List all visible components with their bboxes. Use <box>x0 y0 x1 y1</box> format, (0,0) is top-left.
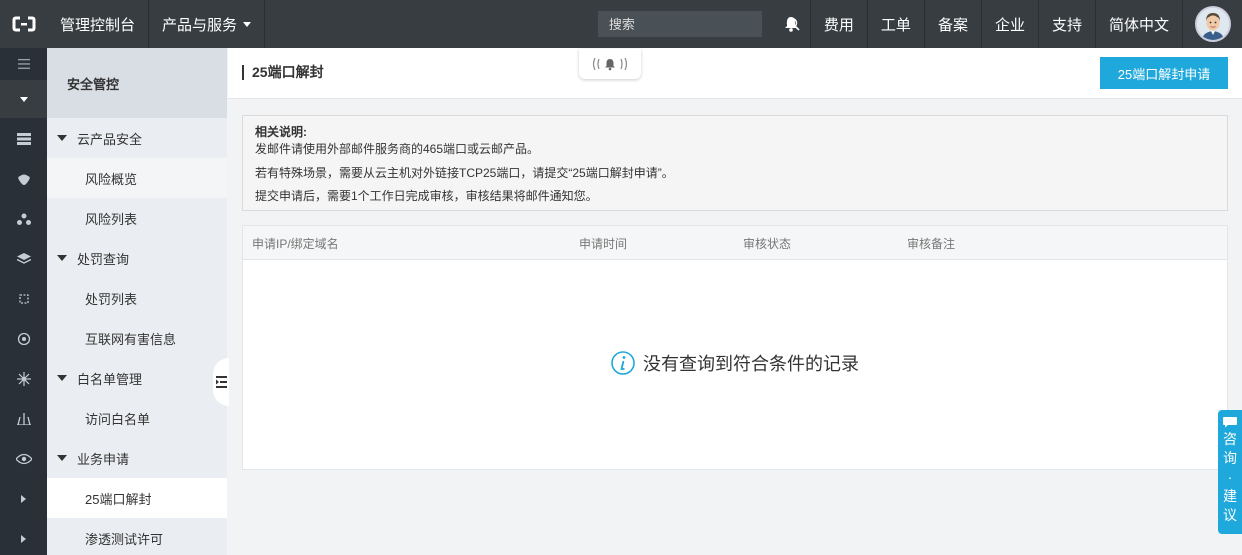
column-header-remark: 审核备注 <box>907 237 956 251</box>
tower-icon <box>16 413 31 425</box>
sidebar-item-penalty-list[interactable]: 处罚列表 <box>47 278 227 318</box>
rail-chip[interactable] <box>0 279 47 319</box>
rail-layers[interactable] <box>0 239 47 279</box>
nav-filing[interactable]: 备案 <box>923 0 981 48</box>
rail-expand-1[interactable] <box>0 479 47 519</box>
column-header-ip: 申请IP/绑定域名 <box>252 237 339 251</box>
sidebar-group-business-apply[interactable]: 业务申请 <box>47 438 227 478</box>
sidebar-item-risk-list[interactable]: 风险列表 <box>47 198 227 238</box>
triangle-down-icon <box>57 375 67 381</box>
column-header-status: 审核状态 <box>743 237 792 251</box>
notification-button[interactable] <box>772 0 810 48</box>
nav-enterprise[interactable]: 企业 <box>980 0 1038 48</box>
rail-cloud[interactable] <box>0 159 47 199</box>
notice-line: 发邮件请使用外部邮件服务商的465端口或云邮产品。 <box>255 142 540 156</box>
nav-fee[interactable]: 费用 <box>809 0 867 48</box>
icon-rail <box>0 48 47 555</box>
sidebar-collapse-button[interactable] <box>213 358 229 406</box>
bell-icon <box>784 17 797 32</box>
sidebar-group-whitelist[interactable]: 白名单管理 <box>47 358 227 398</box>
language-switch[interactable]: 简体中文 <box>1094 0 1182 48</box>
notification-indicator[interactable] <box>579 49 641 79</box>
sidebar-group-label: 白名单管理 <box>77 371 143 387</box>
menu-toggle[interactable] <box>0 48 47 80</box>
rail-tower[interactable] <box>0 399 47 439</box>
sidebar-item-risk-overview[interactable]: 风险概览 <box>47 158 227 198</box>
sidebar-title: 安全管控 <box>47 48 227 118</box>
eye-icon <box>15 453 32 465</box>
ringing-bell-icon <box>592 57 628 71</box>
notice-line: 提交申请后，需要1个工作日完成审核，审核结果将邮件通知您。 <box>255 189 598 203</box>
triangle-down-icon <box>57 455 67 461</box>
sidebar-item-pentest-permit[interactable]: 渗透测试许可 <box>47 518 227 555</box>
search-input[interactable] <box>597 11 785 37</box>
triangle-down-icon <box>57 135 67 141</box>
rail-server[interactable] <box>0 119 47 159</box>
sidebar-group-penalty[interactable]: 处罚查询 <box>47 238 227 278</box>
caret-right-icon <box>21 535 26 543</box>
caret-down-icon <box>19 96 28 102</box>
layers-icon <box>16 253 31 264</box>
avatar <box>1194 6 1231 42</box>
nodes-icon <box>16 372 31 386</box>
console-link[interactable]: 管理控制台 <box>47 0 150 48</box>
column-header-time: 申请时间 <box>579 237 628 251</box>
consult-char: 咨 <box>1223 431 1237 447</box>
search-box <box>597 11 800 37</box>
hamburger-icon <box>17 59 30 69</box>
network-icon <box>16 213 31 225</box>
logo-icon[interactable] <box>0 0 47 48</box>
chip-icon <box>18 294 29 304</box>
sidebar-item-access-whitelist[interactable]: 访问白名单 <box>47 398 227 438</box>
port25-apply-button[interactable]: 25端口解封申请 <box>1100 57 1228 89</box>
nav-ticket[interactable]: 工单 <box>866 0 924 48</box>
table-header: 申请IP/绑定域名 申请时间 审核状态 审核备注 <box>243 226 1227 260</box>
cloud-shield-icon <box>17 174 30 185</box>
notice-line: 若有特殊场景，需要从云主机对外链接TCP25端口，请提交“25端口解封申请”。 <box>255 166 674 180</box>
rail-nodes[interactable] <box>0 359 47 399</box>
top-navbar: 管理控制台 产品与服务 费用 工单 备案 企业 支持 简体中文 <box>0 0 1242 48</box>
page-title: 25端口解封 <box>242 65 324 80</box>
sidebar-group-label: 业务申请 <box>77 451 130 467</box>
consult-char: 议 <box>1223 507 1237 523</box>
sidebar-group-label: 处罚查询 <box>77 251 130 267</box>
chat-icon <box>1223 417 1237 428</box>
rail-eye-2[interactable] <box>0 439 47 479</box>
consult-char: · <box>1227 469 1233 485</box>
nav-support[interactable]: 支持 <box>1037 0 1095 48</box>
info-icon <box>611 351 635 375</box>
sidebar-item-harmful-info[interactable]: 互联网有害信息 <box>47 318 227 358</box>
sidebar-group-label: 云产品安全 <box>77 131 143 147</box>
triangle-down-icon <box>57 255 67 261</box>
rail-eye[interactable] <box>0 319 47 359</box>
products-menu[interactable]: 产品与服务 <box>149 0 266 48</box>
notice-title: 相关说明: <box>255 125 307 139</box>
eye-icon <box>17 333 30 345</box>
sidebar: 安全管控 云产品安全 风险概览 风险列表 处罚查询 处罚列表 互联网有害信息 白… <box>47 48 227 555</box>
empty-state: 没有查询到符合条件的记录 <box>243 350 1227 376</box>
rail-network[interactable] <box>0 199 47 239</box>
user-menu[interactable] <box>1182 0 1242 48</box>
caret-down-icon <box>243 21 252 27</box>
consult-char: 建 <box>1223 488 1237 504</box>
consult-char: 询 <box>1223 450 1237 466</box>
rail-expand-toggle[interactable] <box>0 80 47 118</box>
empty-state-text: 没有查询到符合条件的记录 <box>643 354 859 374</box>
products-menu-label: 产品与服务 <box>162 16 238 34</box>
rail-expand-2[interactable] <box>0 519 47 555</box>
server-icon <box>16 133 31 145</box>
application-table: 申请IP/绑定域名 申请时间 审核状态 审核备注 没有查询到符合条件的记录 <box>242 225 1228 470</box>
caret-right-icon <box>21 495 26 503</box>
consult-feedback-tab[interactable]: 咨 询 · 建 议 <box>1218 410 1242 534</box>
info-notice: 相关说明: 发邮件请使用外部邮件服务商的465端口或云邮产品。 若有特殊场景，需… <box>242 115 1228 211</box>
sidebar-item-port25-unblock[interactable]: 25端口解封 <box>47 478 227 518</box>
collapse-list-icon <box>215 376 227 388</box>
page-header: 25端口解封 25端口解封申请 <box>228 48 1242 99</box>
sidebar-group-cloud-security[interactable]: 云产品安全 <box>47 118 227 158</box>
